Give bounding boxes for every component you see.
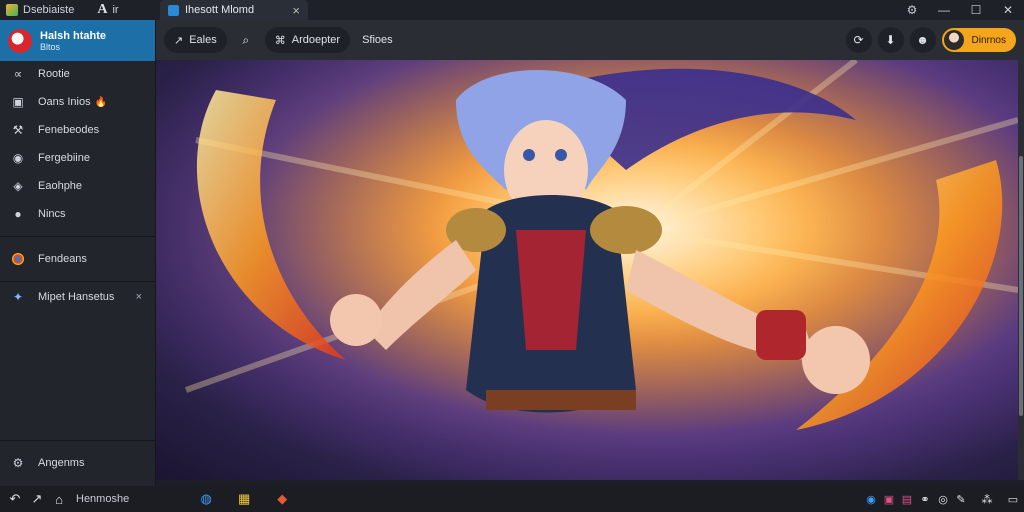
tab-title: Ihesott Mlomd <box>185 4 255 16</box>
disc-icon: ● <box>14 207 22 221</box>
app-tray-icon[interactable]: ▣ <box>882 492 896 506</box>
sidebar-divider <box>0 236 156 237</box>
sidebar-item-nincs[interactable]: ● Nincs <box>0 203 156 225</box>
anime-hero-artwork <box>156 60 1018 480</box>
refresh-icon[interactable]: ⟳ <box>845 27 872 53</box>
fish-icon: ∝ <box>13 67 23 81</box>
account-label: Dinrnos <box>971 34 1006 46</box>
profile-name: Halsh htahte <box>40 29 107 42</box>
tab-close-icon[interactable]: × <box>292 3 300 18</box>
sidebar-item-settings[interactable]: ⚙ Angenms <box>0 452 156 474</box>
chrome-icon <box>12 253 24 265</box>
sidebar-item-rootie[interactable]: ∝ Rootie <box>0 63 156 85</box>
title-bar: Dsebiaiste A ir <box>0 0 1024 20</box>
font-a-icon[interactable]: A <box>97 2 107 18</box>
account-button[interactable]: Dinrnos <box>941 28 1016 52</box>
text-button[interactable]: Sfioes <box>352 27 403 53</box>
tag-icon: ⌘ <box>274 34 286 47</box>
shield-icon: ◉ <box>12 151 24 165</box>
sidebar-item-fenebeodes[interactable]: ⚒ Fenebeodes <box>0 119 156 141</box>
game-bar-icon[interactable]: ◎ <box>936 492 950 506</box>
arrow-icon: ↗ <box>174 34 184 47</box>
sidebar-item-fergebiine[interactable]: ◉ Fergebiine <box>0 147 156 169</box>
clock-text[interactable]: ⁂ <box>972 492 1002 506</box>
taskbar-search-label[interactable]: Henmoshe <box>76 493 129 505</box>
scrollbar-thumb[interactable] <box>1019 156 1023 416</box>
hot-badge-icon: 🔥 <box>94 96 108 108</box>
image-icon: ▣ <box>12 95 24 109</box>
nav-label: Eales <box>189 34 217 46</box>
profile-header[interactable]: Halsh htahte Bltos <box>0 20 155 61</box>
text-label: Sfioes <box>362 34 393 46</box>
download-icon[interactable]: ⬇ <box>877 27 904 53</box>
maximize-icon[interactable]: ☐ <box>960 3 992 17</box>
vertical-scrollbar[interactable] <box>1018 60 1024 480</box>
sidebar-item-label: Mipet Hansetus <box>38 291 115 303</box>
sidebar-item-oans-inios[interactable]: ▣ Oans Inios 🔥 <box>0 91 156 113</box>
controller-icon: ◈ <box>13 179 23 193</box>
notification-icon[interactable]: ▭ <box>1006 492 1020 506</box>
profile-avatar <box>8 28 32 53</box>
filter-label: Ardoepter <box>291 34 341 46</box>
home-icon[interactable]: ⌂ <box>48 488 70 510</box>
share-icon[interactable]: ↗ <box>26 488 48 510</box>
settings-gear-icon[interactable]: ⚙ <box>896 3 928 17</box>
emoji-icon[interactable]: ☻ <box>909 27 936 53</box>
sidebar-item-label: Fergebiine <box>38 152 90 164</box>
edit-icon[interactable]: ✎ <box>954 492 968 506</box>
toolbar-right-group: ⟳ ⬇ ☻ Dinrnos <box>845 27 1016 53</box>
profile-subtitle: Bltos <box>40 41 61 52</box>
sidebar-item-label: Nincs <box>38 208 66 220</box>
taskbar: ↶ ↗ ⌂ Henmoshe ◍ ▦ ◆ ◉ ▣ ▤ ⚭ ◎ ✎ ⁂ ▭ <box>0 486 1024 512</box>
app-switcher[interactable]: Dsebiaiste A ir <box>0 0 125 20</box>
game-launcher-icon[interactable]: ◆ <box>271 488 293 510</box>
system-tray: ◉ ▣ ▤ ⚭ ◎ ✎ ⁂ ▭ <box>864 486 1020 512</box>
artwork-viewer[interactable] <box>156 60 1018 480</box>
edge-browser-icon[interactable]: ◍ <box>195 488 217 510</box>
browser-tab[interactable]: Ihesott Mlomd × <box>160 0 308 20</box>
search-icon[interactable]: ⌕ <box>235 29 257 51</box>
sidebar-item-label: Fenebeodes <box>38 124 100 136</box>
back-icon[interactable]: ↶ <box>4 488 26 510</box>
settings-icon: ⚙ <box>12 456 24 470</box>
sidebar-item-label: Fendeans <box>38 253 87 265</box>
sidebar-item-pinned[interactable]: ✦ Mipet Hansetus × <box>0 286 156 308</box>
toolbar: ↗ Eales ⌕ ⌘ Ardoepter Sfioes ⟳ ⬇ ☻ Dinrn… <box>156 20 1024 60</box>
app-name: Dsebiaiste <box>23 4 75 16</box>
app-logo-icon <box>6 4 18 16</box>
sidebar-item-label: Oans Inios <box>38 96 91 108</box>
file-explorer-icon[interactable]: ▦ <box>233 488 255 510</box>
window-controls: ⚙ — ☐ ✕ <box>896 0 1024 20</box>
profile-text: Halsh htahte Bltos <box>40 30 106 52</box>
sidebar-divider <box>0 440 156 441</box>
sparkle-icon: ✦ <box>12 290 24 304</box>
tab-favicon-icon <box>168 4 179 16</box>
filter-pill-button[interactable]: ⌘ Ardoepter <box>264 27 351 53</box>
sidebar-item-label: Angenms <box>38 457 85 469</box>
nav-pill-button[interactable]: ↗ Eales <box>164 27 227 53</box>
network-icon[interactable]: ◉ <box>864 492 878 506</box>
font-label: ir <box>112 4 119 16</box>
wrench-icon: ⚒ <box>12 123 24 137</box>
close-icon[interactable]: × <box>136 291 142 303</box>
sidebar-item-label: Rootie <box>38 68 70 80</box>
sidebar: Halsh htahte Bltos ∝ Rootie ▣ Oans Inios… <box>0 20 156 486</box>
people-icon[interactable]: ⚭ <box>918 492 932 506</box>
close-window-icon[interactable]: ✕ <box>992 3 1024 17</box>
sidebar-divider <box>0 281 156 282</box>
sidebar-item-label: Eaohphe <box>38 180 83 192</box>
user-avatar <box>943 30 964 50</box>
minimize-icon[interactable]: — <box>928 3 960 17</box>
sidebar-item-eaohphe[interactable]: ◈ Eaohphe <box>0 175 156 197</box>
sidebar-item-fendeans[interactable]: Fendeans <box>0 248 156 270</box>
chat-icon[interactable]: ▤ <box>900 492 914 506</box>
